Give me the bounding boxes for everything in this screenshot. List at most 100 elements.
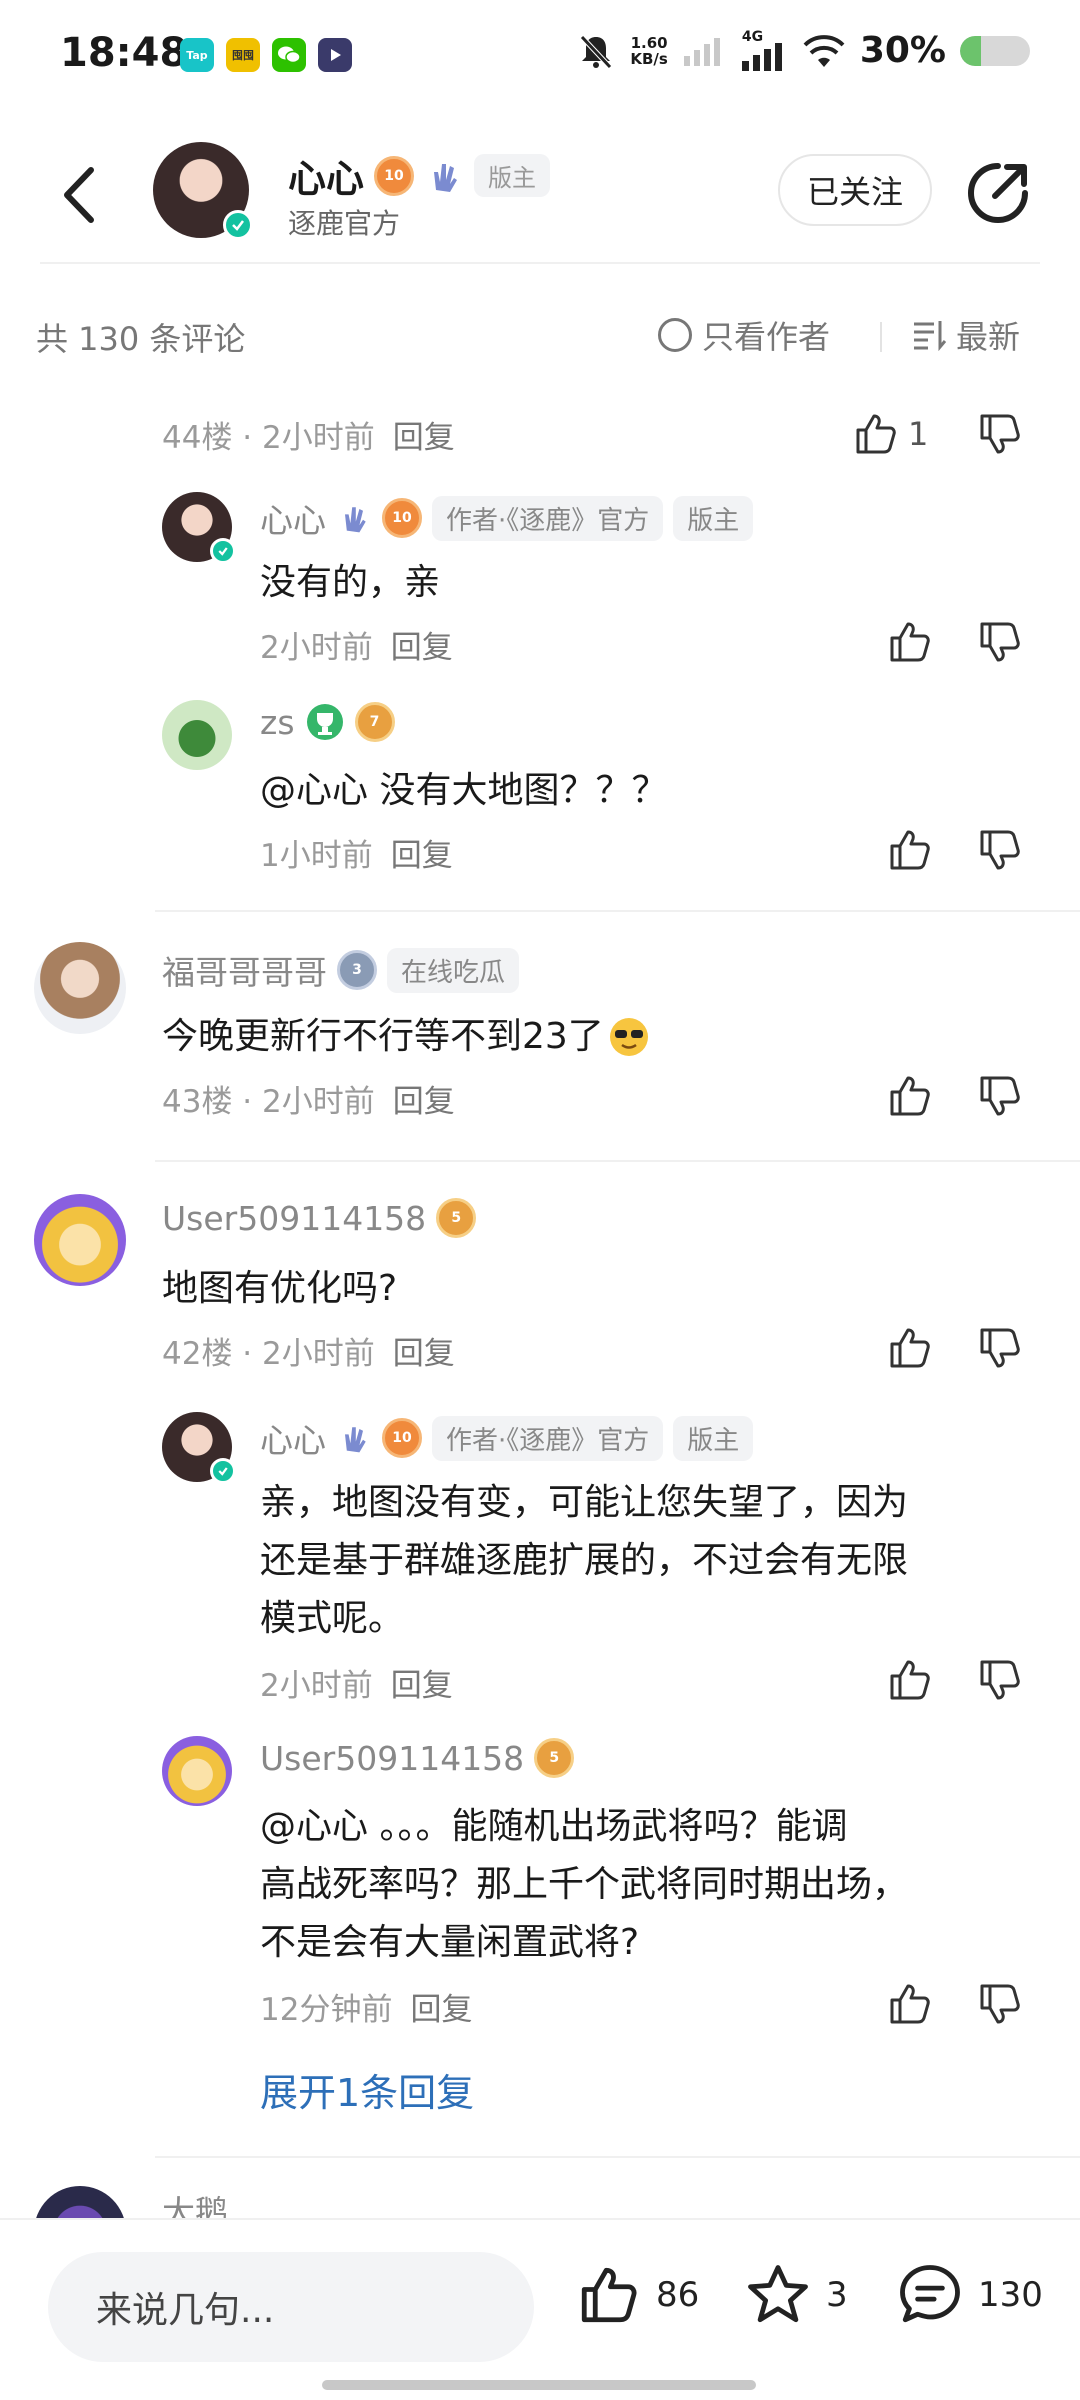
- moderator-hand-icon: [434, 163, 458, 192]
- thumbs-down-icon[interactable]: [976, 1072, 1024, 1120]
- replier-name-row: 心心 10 作者·《逐鹿》官方 版主: [260, 494, 754, 542]
- commenter-name[interactable]: 福哥哥哥哥: [162, 946, 327, 994]
- network-speed: 1.60 KB/s: [630, 33, 668, 68]
- replier-avatar[interactable]: [162, 492, 236, 564]
- only-author-toggle[interactable]: 只看作者: [658, 312, 830, 358]
- commenter-name-row: 福哥哥哥哥 3 在线吃瓜: [162, 946, 520, 994]
- post-comment-button[interactable]: 130: [896, 2262, 1043, 2328]
- replier-avatar[interactable]: [162, 1412, 236, 1484]
- follow-button[interactable]: 已关注: [778, 154, 932, 226]
- thumbs-up-icon[interactable]: [886, 1324, 934, 1372]
- reply-item: User509114158 5 @心心 。。。能随机出场武将吗？能调 高战死率吗…: [0, 1732, 1080, 2032]
- comment-divider: [155, 910, 1080, 912]
- thumbs-down-icon[interactable]: [976, 1324, 1024, 1372]
- back-arrow-icon[interactable]: [55, 160, 105, 230]
- comment-count: 共 130 条评论: [36, 320, 246, 358]
- star-icon: [748, 2265, 808, 2323]
- moderator-hand-icon: [345, 1427, 366, 1453]
- radio-circle-icon: [658, 318, 692, 352]
- level-badge-icon: 10: [382, 498, 422, 538]
- expand-replies-link[interactable]: 展开1条回复: [260, 2062, 474, 2117]
- thumbs-down-icon[interactable]: [976, 826, 1024, 874]
- reply-button[interactable]: 回复: [410, 1992, 472, 2028]
- yellow-app-icon: 囤囤: [226, 38, 260, 72]
- status-bar: 18:48 Tap 囤囤 1.60 KB/s 4G 30%: [0, 0, 1080, 110]
- comment-divider: [155, 2156, 1080, 2158]
- author-name[interactable]: 心心: [288, 148, 364, 203]
- thumbs-up-icon[interactable]: [886, 618, 934, 666]
- author-name-row: 心心 10 版主: [288, 148, 551, 203]
- reply-button[interactable]: 回复: [391, 838, 453, 874]
- thumbs-up-icon[interactable]: [886, 1656, 934, 1704]
- thumbs-up-icon: [581, 2267, 637, 2323]
- thumbs-down-icon[interactable]: [976, 1980, 1024, 2028]
- commenter-avatar[interactable]: [34, 2186, 126, 2218]
- verified-icon: [210, 1458, 236, 1484]
- thumbs-up-icon[interactable]: [886, 1072, 934, 1120]
- share-icon[interactable]: [965, 160, 1031, 226]
- author-subtitle: 逐鹿官方: [288, 207, 401, 240]
- comment-meta: 43楼 · 2小时前 回复: [162, 1084, 455, 1120]
- replier-name[interactable]: zs: [260, 703, 295, 742]
- moderator-hand-icon: [345, 507, 366, 533]
- taptap-icon: Tap: [180, 38, 214, 72]
- replier-name[interactable]: 心心: [260, 494, 326, 542]
- sort-button[interactable]: 最新: [912, 312, 1020, 358]
- replier-avatar[interactable]: [162, 1736, 232, 1806]
- post-favorite-count: 3: [826, 2275, 848, 2315]
- commenter-avatar[interactable]: [34, 942, 126, 1034]
- replier-name[interactable]: 心心: [260, 1414, 326, 1462]
- post-favorite-button[interactable]: 3: [744, 2262, 848, 2328]
- mute-bell-icon: [580, 34, 613, 69]
- comment-meta: 44楼 · 2小时前 回复: [162, 420, 455, 456]
- comment-item: 福哥哥哥哥 3 在线吃瓜 今晚更新行不行等不到23了 43楼 · 2小时前 回复: [0, 940, 1080, 1140]
- signal-weak-icon: [683, 37, 720, 66]
- commenter-name-row: 大鹅: [162, 2186, 228, 2218]
- author-official-tag: 作者·《逐鹿》官方: [432, 1415, 664, 1461]
- thumbs-down-icon[interactable]: [976, 410, 1024, 458]
- post-like-button[interactable]: 86: [576, 2262, 699, 2328]
- reply-text: 亲，地图没有变，可能让您失望了，因为 还是基于群雄逐鹿扩展的，不过会有无限 模式…: [260, 1482, 909, 1639]
- thumbs-down-icon[interactable]: [976, 618, 1024, 666]
- commenter-name-row: User509114158 5: [162, 1198, 477, 1238]
- reply-button[interactable]: 回复: [391, 630, 453, 666]
- bottom-action-bar: 来说几句... 86 3 130: [0, 2218, 1080, 2400]
- sort-list-icon: [914, 321, 947, 351]
- post-header: 心心 10 版主 逐鹿官方 已关注: [0, 130, 1080, 260]
- reply-button[interactable]: 回复: [393, 420, 455, 456]
- commenter-name[interactable]: 大鹅: [162, 2186, 228, 2218]
- thumbs-up-icon: [856, 414, 896, 454]
- level-badge-icon: 10: [374, 155, 415, 196]
- thumbs-up-icon[interactable]: [886, 826, 934, 874]
- level-badge-icon: 7: [354, 702, 395, 742]
- replier-avatar[interactable]: [162, 700, 232, 770]
- verified-icon: [210, 538, 236, 564]
- thumbs-up-icon[interactable]: [886, 1980, 934, 2028]
- media-app-icon: [318, 38, 352, 72]
- comment-44-meta: 44楼 · 2小时前 回复 1: [0, 400, 1080, 470]
- level-badge-icon: 10: [382, 1418, 422, 1458]
- author-official-tag: 作者·《逐鹿》官方: [432, 495, 664, 541]
- home-indicator[interactable]: [322, 2380, 756, 2390]
- commenter-name[interactable]: User509114158: [162, 1199, 426, 1238]
- reply-button[interactable]: 回复: [393, 1084, 455, 1120]
- comment-meta: 42楼 · 2小时前 回复: [162, 1336, 455, 1372]
- thumbs-down-icon[interactable]: [976, 1656, 1024, 1704]
- reply-item: zs 7 @心心 没有大地图？？？ 1小时前 回复: [0, 696, 1080, 886]
- signal-4g-icon: 4G: [740, 29, 788, 71]
- like-button[interactable]: 1: [852, 410, 928, 458]
- level-badge-icon: 5: [534, 1738, 575, 1778]
- comment-input[interactable]: 来说几句...: [48, 2252, 534, 2362]
- comment-divider: [155, 1160, 1080, 1162]
- commenter-avatar[interactable]: [34, 1194, 126, 1286]
- reply-button[interactable]: 回复: [393, 1336, 455, 1372]
- comment-text-row: 今晚更新行不行等不到23了: [162, 1008, 650, 1066]
- reply-meta: 2小时前 回复: [260, 1668, 453, 1704]
- post-like-count: 86: [656, 2275, 700, 2315]
- replier-name-row: zs 7: [260, 702, 395, 742]
- reply-button[interactable]: 回复: [391, 1668, 453, 1704]
- replier-name-row: User509114158 5: [260, 1738, 575, 1778]
- replier-name[interactable]: User509114158: [260, 1739, 524, 1778]
- comment-text: 今晚更新行不行等不到23了: [162, 1016, 604, 1057]
- author-avatar[interactable]: [153, 142, 253, 240]
